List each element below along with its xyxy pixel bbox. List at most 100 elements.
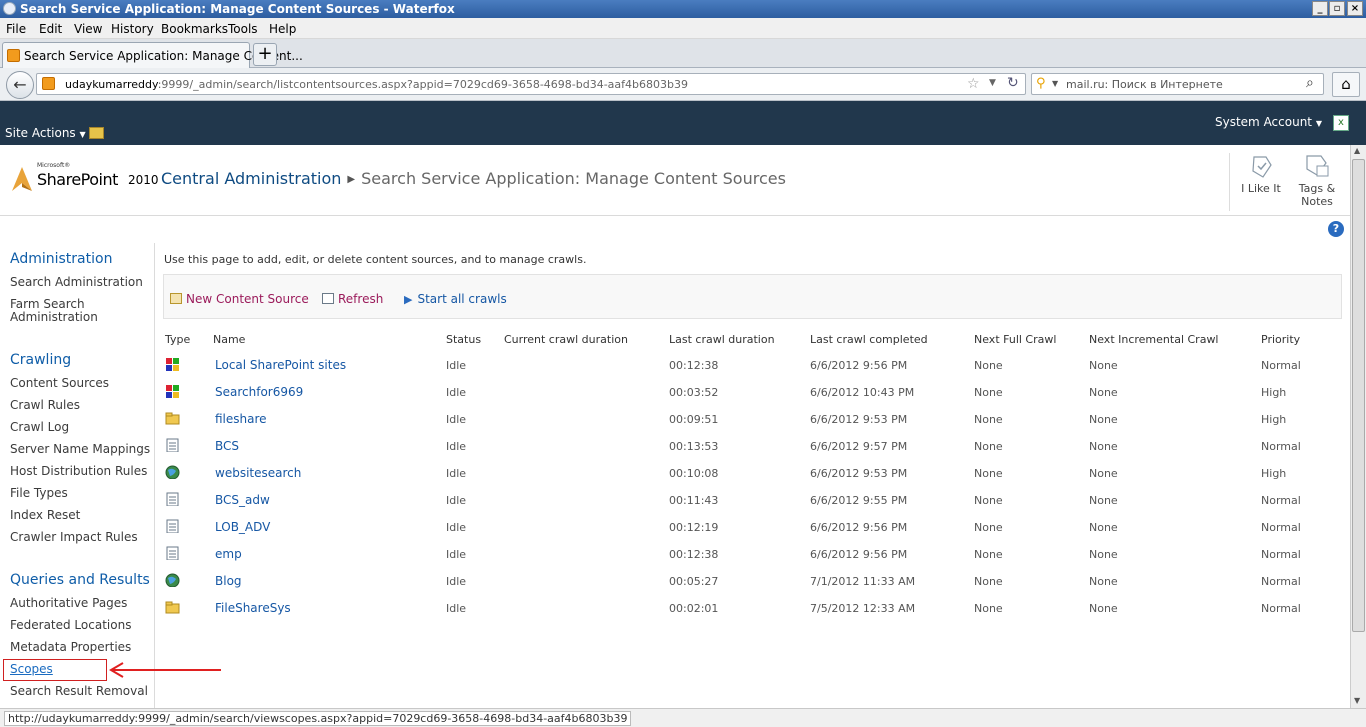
account-menu[interactable]: System Account ▼ [1215, 115, 1322, 129]
sharepoint-ribbon: Site Actions ▼ System Account ▼ x [0, 101, 1366, 145]
cell-full: None [974, 521, 1003, 534]
nav-server-name-mappings[interactable]: Server Name Mappings [10, 443, 155, 456]
menu-history[interactable]: History [111, 22, 154, 36]
content-source-name-link[interactable]: BCS [215, 439, 239, 453]
content-source-name-link[interactable]: FileShareSys [215, 601, 291, 615]
content-toolbar: New Content Source Refresh ▶ Start all cr… [163, 274, 1342, 319]
cell-full: None [974, 548, 1003, 561]
content-source-name-link[interactable]: emp [215, 547, 242, 561]
nav-search-result-removal[interactable]: Search Result Removal [10, 685, 155, 698]
bcs-source-icon [166, 492, 179, 506]
nav-search-administration[interactable]: Search Administration [10, 276, 155, 289]
search-bar[interactable]: ⚲ ▼ mail.ru: Поиск в Интернете ⌕ [1031, 73, 1324, 95]
col-priority[interactable]: Priority [1261, 333, 1300, 346]
home-button[interactable]: ⌂ [1332, 72, 1360, 97]
cell-incr: None [1089, 602, 1118, 615]
office-client-icon[interactable]: x [1333, 115, 1349, 131]
cell-priority: Normal [1261, 359, 1301, 372]
page-header: Microsoft® SharePoint 2010 Central Admin… [0, 145, 1352, 216]
nav-metadata-properties[interactable]: Metadata Properties [10, 641, 155, 654]
scroll-down-icon[interactable]: ▼ [1354, 696, 1360, 705]
bookmark-star-icon[interactable]: ☆ [967, 76, 980, 92]
nav-host-distribution-rules[interactable]: Host Distribution Rules [10, 465, 155, 478]
cell-incr: None [1089, 359, 1118, 372]
nav-heading-administration[interactable]: Administration [10, 251, 112, 267]
nav-content-sources[interactable]: Content Sources [10, 377, 155, 390]
start-all-crawls-button[interactable]: ▶ Start all crawls [404, 292, 507, 306]
nav-file-types[interactable]: File Types [10, 487, 155, 500]
help-icon[interactable]: ? [1328, 221, 1344, 237]
cell-priority: Normal [1261, 521, 1301, 534]
logo-microsoft-text: Microsoft® [37, 162, 71, 169]
nav-heading-queries-results[interactable]: Queries and Results [10, 572, 150, 588]
sharepoint-logo[interactable]: Microsoft® SharePoint 2010 [10, 159, 159, 199]
content-source-name-link[interactable]: Local SharePoint sites [215, 358, 346, 372]
window-title: Search Service Application: Manage Conte… [20, 2, 455, 16]
cell-incr: None [1089, 575, 1118, 588]
maximize-button[interactable]: ▫ [1329, 1, 1345, 16]
navigate-up-icon[interactable] [89, 127, 104, 139]
menu-tools[interactable]: Tools [228, 22, 258, 36]
menu-help[interactable]: Help [269, 22, 296, 36]
menu-view[interactable]: View [74, 22, 102, 36]
col-current-crawl-duration[interactable]: Current crawl duration [504, 333, 628, 346]
content-source-name-link[interactable]: fileshare [215, 412, 267, 426]
cell-full: None [974, 467, 1003, 480]
content-source-name-link[interactable]: Blog [215, 574, 242, 588]
col-last-crawl-duration[interactable]: Last crawl duration [669, 333, 775, 346]
cell-priority: Normal [1261, 548, 1301, 561]
col-next-incremental-crawl[interactable]: Next Incremental Crawl [1089, 333, 1219, 346]
content-source-name-link[interactable]: LOB_ADV [215, 520, 270, 534]
new-content-source-button[interactable]: New Content Source [170, 292, 309, 306]
content-source-name-link[interactable]: websitesearch [215, 466, 301, 480]
site-identity-icon[interactable] [42, 77, 55, 90]
status-link-text: http://udaykumarreddy:9999/_admin/search… [4, 711, 632, 726]
new-tab-button[interactable]: + [253, 43, 277, 66]
content-source-name-link[interactable]: BCS_adw [215, 493, 270, 507]
url-bar[interactable]: udaykumarreddy:9999/_admin/search/listco… [36, 73, 1026, 95]
menu-file[interactable]: File [6, 22, 26, 36]
col-type[interactable]: Type [165, 333, 190, 346]
col-next-full-crawl[interactable]: Next Full Crawl [974, 333, 1056, 346]
nav-crawl-log[interactable]: Crawl Log [10, 421, 155, 434]
url-dropdown-icon[interactable]: ▼ [989, 78, 996, 88]
cell-last: 00:03:52 [669, 386, 719, 399]
search-engine-icon[interactable]: ⚲ [1036, 76, 1046, 91]
nav-crawler-impact-rules[interactable]: Crawler Impact Rules [10, 531, 155, 544]
breadcrumb-root-link[interactable]: Central Administration [161, 169, 341, 188]
cell-completed: 6/6/2012 9:55 PM [810, 494, 908, 507]
nav-index-reset[interactable]: Index Reset [10, 509, 155, 522]
cell-last: 00:05:27 [669, 575, 719, 588]
cell-status: Idle [446, 413, 467, 426]
i-like-it-button[interactable]: I Like It [1240, 153, 1282, 195]
nav-federated-locations[interactable]: Federated Locations [10, 619, 155, 632]
tags-notes-button[interactable]: Tags & Notes [1294, 153, 1340, 208]
cell-priority: Normal [1261, 575, 1301, 588]
col-status[interactable]: Status [446, 333, 481, 346]
content-source-name-link[interactable]: Searchfor6969 [215, 385, 303, 399]
nav-heading-crawling[interactable]: Crawling [10, 352, 71, 368]
nav-authoritative-pages[interactable]: Authoritative Pages [10, 597, 155, 610]
cell-completed: 6/6/2012 9:56 PM [810, 359, 908, 372]
scroll-up-icon[interactable]: ▲ [1354, 146, 1360, 155]
reload-icon[interactable]: ↻ [1007, 75, 1019, 91]
vertical-scrollbar[interactable]: ▲ ▼ [1350, 145, 1366, 708]
menu-edit[interactable]: Edit [39, 22, 62, 36]
engine-dropdown-icon[interactable]: ▼ [1052, 79, 1058, 88]
close-button[interactable]: × [1347, 1, 1363, 16]
site-actions-menu[interactable]: Site Actions ▼ [5, 126, 86, 140]
url-text: udaykumarreddy:9999/_admin/search/listco… [65, 78, 688, 91]
back-button[interactable]: ← [6, 71, 34, 99]
browser-tab[interactable]: Search Service Application: Manage Conte… [2, 42, 303, 68]
search-go-icon[interactable]: ⌕ [1306, 75, 1314, 91]
search-input[interactable]: mail.ru: Поиск в Интернете [1066, 78, 1223, 91]
menu-bookmarks[interactable]: Bookmarks [161, 22, 228, 36]
page-title: Search Service Application: Manage Conte… [361, 169, 786, 188]
minimize-button[interactable]: _ [1312, 1, 1328, 16]
col-name[interactable]: Name [213, 333, 245, 346]
refresh-button[interactable]: Refresh [322, 292, 383, 306]
nav-farm-search-administration[interactable]: Farm Search Administration [10, 298, 120, 324]
scrollbar-thumb[interactable] [1352, 159, 1365, 632]
nav-crawl-rules[interactable]: Crawl Rules [10, 399, 155, 412]
col-last-crawl-completed[interactable]: Last crawl completed [810, 333, 928, 346]
